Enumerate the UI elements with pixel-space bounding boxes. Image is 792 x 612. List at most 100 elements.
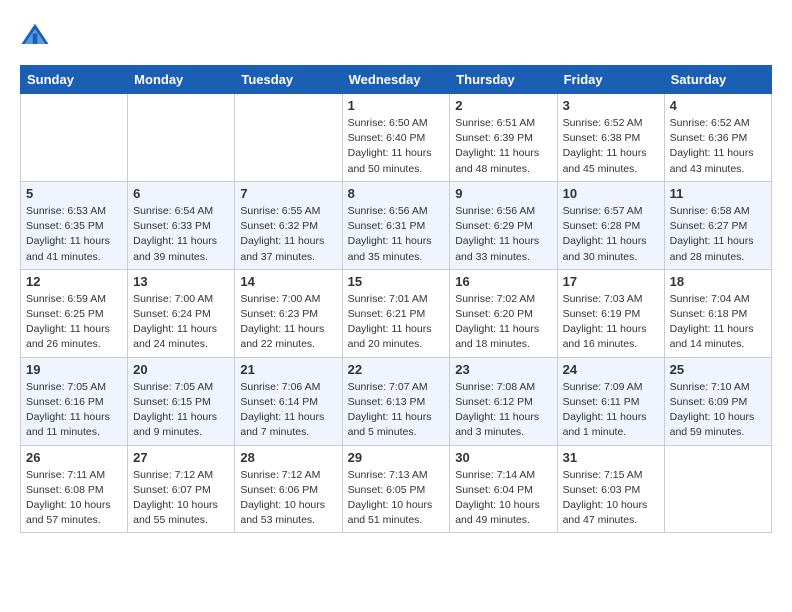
calendar-cell [235,94,342,182]
calendar-cell: 31Sunrise: 7:15 AM Sunset: 6:03 PM Dayli… [557,445,664,533]
week-row-5: 26 Sunrise: 7:11 AM Sunset: 6:08 PM Dayli… [21,445,772,533]
calendar-cell: 13 Sunrise: 7:00 AM Sunset: 6:24 PM Dayli… [128,269,235,357]
calendar-table: SundayMondayTuesdayWednesdayThursdayFrid… [20,65,772,533]
day-info: Sunrise: 6:55 AM Sunset: 6:32 PM Dayligh… [240,204,336,265]
day-number: 21 [240,362,336,377]
calendar-cell: 23 Sunrise: 7:08 AM Sunset: 6:12 PM Dayli… [450,357,557,445]
day-info: Sunrise: 7:00 AM Sunset: 6:24 PM Dayligh… [133,292,229,353]
day-number: 27 [133,450,229,465]
day-number: 23 [455,362,551,377]
day-number: 17 [563,274,659,289]
weekday-header-thursday: Thursday [450,66,557,94]
day-number: 8 [348,186,445,201]
day-number: 13 [133,274,229,289]
calendar-cell: 3 Sunrise: 6:52 AM Sunset: 6:38 PM Daylig… [557,94,664,182]
calendar-cell: 12Sunrise: 6:59 AM Sunset: 6:25 PM Dayli… [21,269,128,357]
day-info: Sunrise: 7:12 AM Sunset: 6:07 PM Dayligh… [133,468,229,529]
calendar-cell: 9Sunrise: 6:56 AM Sunset: 6:29 PM Daylig… [450,181,557,269]
day-info: Sunrise: 7:03 AM Sunset: 6:19 PM Dayligh… [563,292,659,353]
day-number: 31 [563,450,659,465]
logo-icon [20,20,50,50]
week-row-3: 12Sunrise: 6:59 AM Sunset: 6:25 PM Dayli… [21,269,772,357]
weekday-header-monday: Monday [128,66,235,94]
calendar-cell: 19 Sunrise: 7:05 AM Sunset: 6:16 PM Dayli… [21,357,128,445]
day-info: Sunrise: 7:09 AM Sunset: 6:11 PM Dayligh… [563,380,659,441]
day-number: 15 [348,274,445,289]
day-info: Sunrise: 7:07 AM Sunset: 6:13 PM Dayligh… [348,380,445,441]
calendar-cell: 26 Sunrise: 7:11 AM Sunset: 6:08 PM Dayli… [21,445,128,533]
day-number: 26 [26,450,122,465]
calendar-cell: 18Sunrise: 7:04 AM Sunset: 6:18 PM Dayli… [664,269,771,357]
day-info: Sunrise: 6:54 AM Sunset: 6:33 PM Dayligh… [133,204,229,265]
day-number: 25 [670,362,766,377]
day-info: Sunrise: 7:05 AM Sunset: 6:16 PM Dayligh… [26,380,122,441]
main-container: SundayMondayTuesdayWednesdayThursdayFrid… [0,0,792,543]
day-info: Sunrise: 6:56 AM Sunset: 6:31 PM Dayligh… [348,204,445,265]
calendar-cell: 15 Sunrise: 7:01 AM Sunset: 6:21 PM Dayli… [342,269,450,357]
day-number: 19 [26,362,122,377]
day-info: Sunrise: 6:50 AM Sunset: 6:40 PM Dayligh… [348,116,445,177]
day-info: Sunrise: 7:00 AM Sunset: 6:23 PM Dayligh… [240,292,336,353]
weekday-header-sunday: Sunday [21,66,128,94]
day-number: 30 [455,450,551,465]
day-info: Sunrise: 7:02 AM Sunset: 6:20 PM Dayligh… [455,292,551,353]
calendar-cell: 2 Sunrise: 6:51 AM Sunset: 6:39 PM Daylig… [450,94,557,182]
day-info: Sunrise: 7:13 AM Sunset: 6:05 PM Dayligh… [348,468,445,529]
day-number: 16 [455,274,551,289]
day-number: 11 [670,186,766,201]
day-number: 29 [348,450,445,465]
day-number: 6 [133,186,229,201]
day-number: 10 [563,186,659,201]
calendar-cell: 5Sunrise: 6:53 AM Sunset: 6:35 PM Daylig… [21,181,128,269]
weekday-header-saturday: Saturday [664,66,771,94]
calendar-cell: 30Sunrise: 7:14 AM Sunset: 6:04 PM Dayli… [450,445,557,533]
calendar-cell: 11 Sunrise: 6:58 AM Sunset: 6:27 PM Dayli… [664,181,771,269]
calendar-cell: 14Sunrise: 7:00 AM Sunset: 6:23 PM Dayli… [235,269,342,357]
day-number: 20 [133,362,229,377]
weekday-header-friday: Friday [557,66,664,94]
day-info: Sunrise: 7:11 AM Sunset: 6:08 PM Dayligh… [26,468,122,529]
calendar-cell: 24 Sunrise: 7:09 AM Sunset: 6:11 PM Dayli… [557,357,664,445]
logo [20,20,54,50]
calendar-cell: 29 Sunrise: 7:13 AM Sunset: 6:05 PM Dayli… [342,445,450,533]
weekday-header-tuesday: Tuesday [235,66,342,94]
calendar-cell: 8 Sunrise: 6:56 AM Sunset: 6:31 PM Daylig… [342,181,450,269]
day-info: Sunrise: 7:04 AM Sunset: 6:18 PM Dayligh… [670,292,766,353]
day-number: 9 [455,186,551,201]
day-number: 28 [240,450,336,465]
day-number: 1 [348,98,445,113]
day-info: Sunrise: 6:52 AM Sunset: 6:38 PM Dayligh… [563,116,659,177]
day-number: 2 [455,98,551,113]
day-info: Sunrise: 6:52 AM Sunset: 6:36 PM Dayligh… [670,116,766,177]
calendar-cell: 6 Sunrise: 6:54 AM Sunset: 6:33 PM Daylig… [128,181,235,269]
weekday-header-row: SundayMondayTuesdayWednesdayThursdayFrid… [21,66,772,94]
day-info: Sunrise: 7:10 AM Sunset: 6:09 PM Dayligh… [670,380,766,441]
calendar-cell: 17 Sunrise: 7:03 AM Sunset: 6:19 PM Dayli… [557,269,664,357]
calendar-cell: 20Sunrise: 7:05 AM Sunset: 6:15 PM Dayli… [128,357,235,445]
day-info: Sunrise: 6:58 AM Sunset: 6:27 PM Dayligh… [670,204,766,265]
day-info: Sunrise: 7:06 AM Sunset: 6:14 PM Dayligh… [240,380,336,441]
calendar-cell: 27 Sunrise: 7:12 AM Sunset: 6:07 PM Dayli… [128,445,235,533]
day-info: Sunrise: 6:51 AM Sunset: 6:39 PM Dayligh… [455,116,551,177]
calendar-cell [664,445,771,533]
calendar-cell: 10 Sunrise: 6:57 AM Sunset: 6:28 PM Dayli… [557,181,664,269]
day-number: 22 [348,362,445,377]
calendar-cell: 22 Sunrise: 7:07 AM Sunset: 6:13 PM Dayli… [342,357,450,445]
day-info: Sunrise: 7:01 AM Sunset: 6:21 PM Dayligh… [348,292,445,353]
day-info: Sunrise: 6:53 AM Sunset: 6:35 PM Dayligh… [26,204,122,265]
calendar-cell: 1 Sunrise: 6:50 AM Sunset: 6:40 PM Daylig… [342,94,450,182]
calendar-cell [21,94,128,182]
day-info: Sunrise: 7:08 AM Sunset: 6:12 PM Dayligh… [455,380,551,441]
week-row-4: 19 Sunrise: 7:05 AM Sunset: 6:16 PM Dayli… [21,357,772,445]
day-number: 3 [563,98,659,113]
day-number: 12 [26,274,122,289]
calendar-cell: 4Sunrise: 6:52 AM Sunset: 6:36 PM Daylig… [664,94,771,182]
day-number: 24 [563,362,659,377]
week-row-1: 1 Sunrise: 6:50 AM Sunset: 6:40 PM Daylig… [21,94,772,182]
calendar-cell: 16 Sunrise: 7:02 AM Sunset: 6:20 PM Dayli… [450,269,557,357]
calendar-cell: 7 Sunrise: 6:55 AM Sunset: 6:32 PM Daylig… [235,181,342,269]
calendar-cell: 28Sunrise: 7:12 AM Sunset: 6:06 PM Dayli… [235,445,342,533]
day-number: 7 [240,186,336,201]
day-info: Sunrise: 6:57 AM Sunset: 6:28 PM Dayligh… [563,204,659,265]
week-row-2: 5Sunrise: 6:53 AM Sunset: 6:35 PM Daylig… [21,181,772,269]
